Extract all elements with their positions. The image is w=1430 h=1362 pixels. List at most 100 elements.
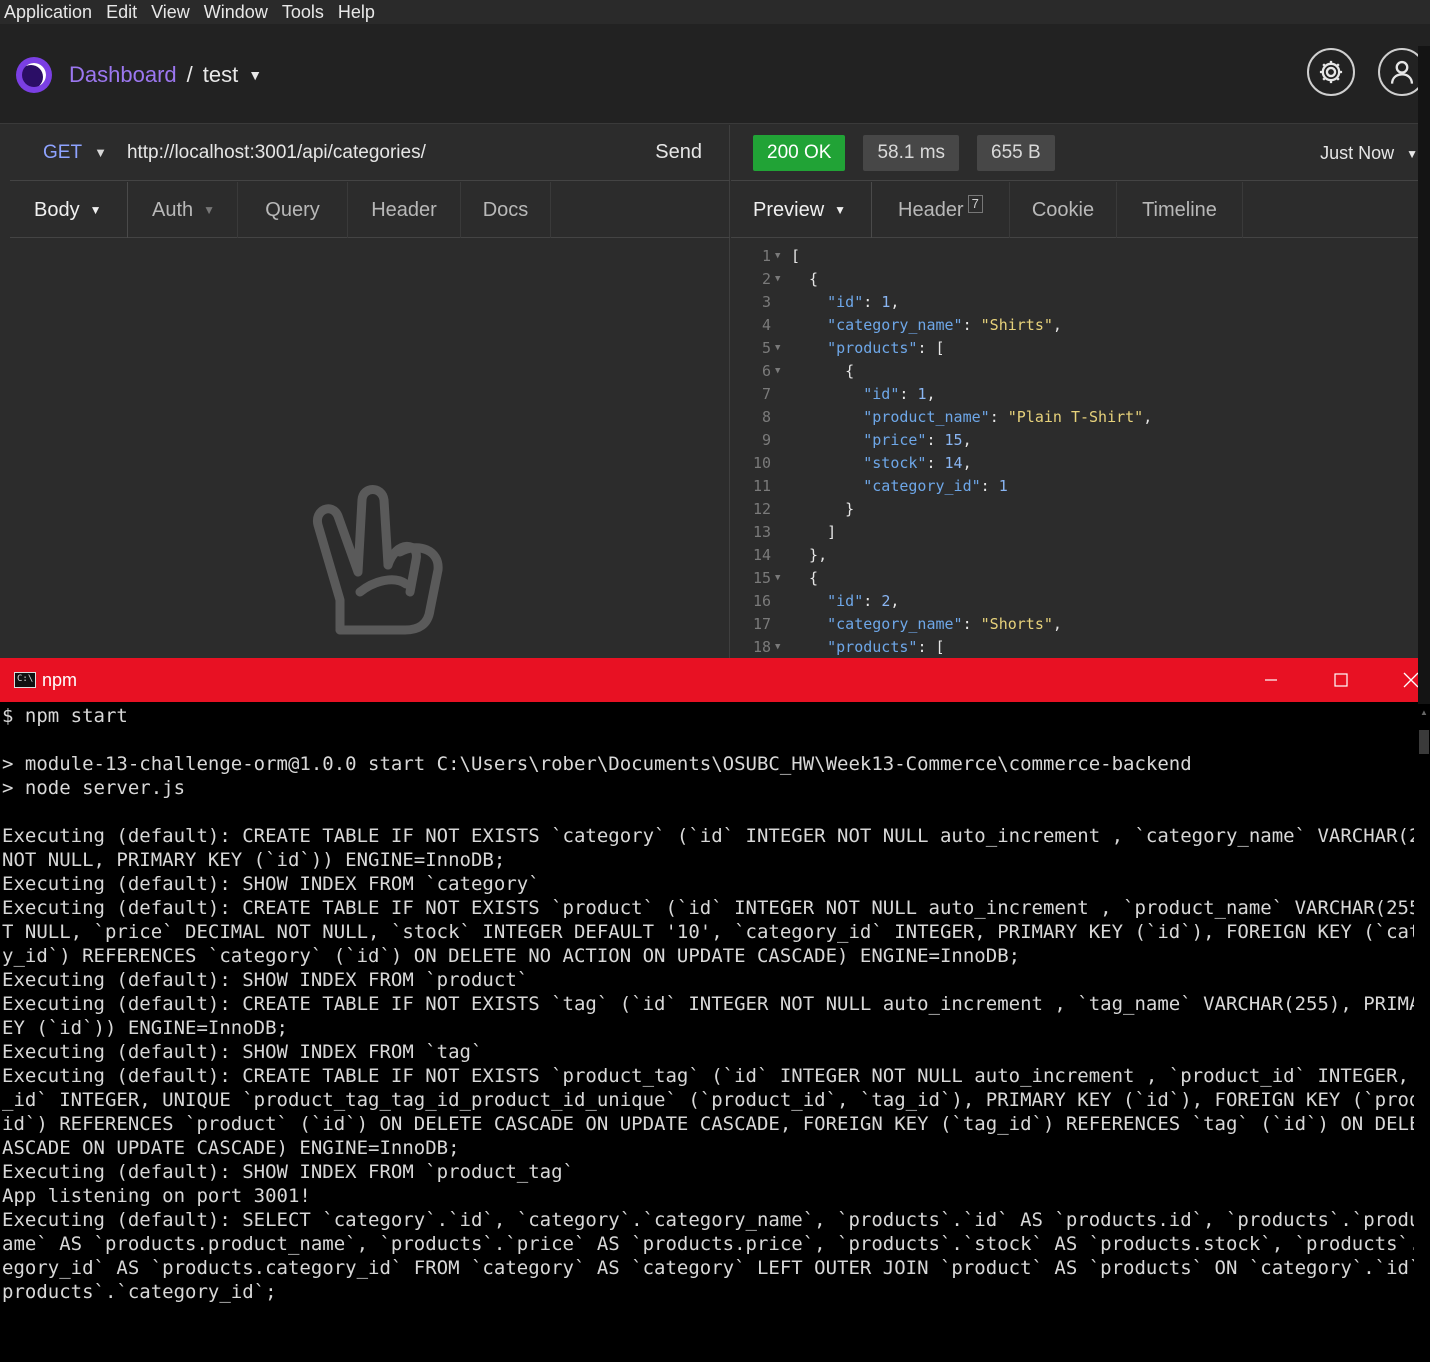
chevron-down-icon: ▼ — [89, 202, 102, 217]
insomnia-logo-icon[interactable] — [16, 57, 52, 93]
method-selector[interactable]: GET ▼ — [43, 142, 107, 164]
json-code: [ — [791, 247, 801, 265]
terminal-line: Executing (default): SHOW INDEX FROM `pr… — [2, 969, 529, 991]
json-code: "category_name": "Shorts", — [827, 615, 1062, 633]
menu-tools[interactable]: Tools — [278, 0, 329, 24]
app-header: Dashboard / test ▼ — [0, 24, 1430, 124]
tab-query[interactable]: Query — [238, 181, 348, 238]
url-input[interactable]: http://localhost:3001/api/categories/ — [127, 142, 655, 164]
tab-response-header[interactable]: Header 7 — [872, 181, 1010, 238]
scroll-up-icon[interactable]: ▲ — [1420, 708, 1428, 718]
menu-application[interactable]: Application — [0, 0, 97, 24]
json-code: "id": 2, — [827, 592, 900, 610]
terminal-scroll-thumb[interactable] — [1419, 730, 1429, 754]
line-number: 5 — [761, 339, 771, 357]
line-number: 17 — [752, 615, 771, 633]
maximize-button[interactable] — [1306, 658, 1376, 702]
line-number: 16 — [752, 592, 771, 610]
menu-window[interactable]: Window — [200, 0, 273, 24]
terminal-line: Executing (default): SHOW INDEX FROM `ta… — [2, 1041, 483, 1063]
send-button[interactable]: Send — [655, 141, 702, 164]
line-number: 12 — [752, 500, 771, 518]
line-number: 6 — [761, 362, 771, 380]
settings-button[interactable] — [1307, 48, 1355, 96]
terminal-line: Executing (default): CREATE TABLE IF NOT… — [2, 993, 1414, 1015]
chevron-down-icon: ▼ — [1406, 146, 1418, 161]
tab-header[interactable]: Header — [348, 181, 461, 238]
chevron-down-icon[interactable]: ▼ — [248, 67, 262, 83]
response-pane: 200 OK 58.1 ms 655 B Just Now ▼ Preview … — [731, 125, 1430, 660]
json-line: 4 "category_name": "Shirts", — [731, 314, 1430, 337]
line-number: 1 — [761, 247, 771, 265]
json-code: "products": [ — [827, 339, 945, 357]
json-preview[interactable]: 1 ▼[2 ▼ {3 "id": 1, 4 "category_name": "Shi… — [731, 245, 1430, 660]
line-number: 15 — [752, 569, 771, 587]
tab-preview[interactable]: Preview ▼ — [731, 181, 872, 238]
json-line: 13 ] — [731, 521, 1430, 544]
fold-arrow-icon[interactable]: ▼ — [775, 567, 780, 590]
json-line: 5 ▼ "products": [ — [731, 337, 1430, 360]
fold-arrow-icon[interactable]: ▼ — [775, 636, 780, 659]
gear-icon — [1319, 60, 1343, 84]
history-label: Just Now — [1320, 143, 1395, 163]
response-size-badge: 655 B — [977, 134, 1055, 171]
terminal-line: y_id`) REFERENCES `category` (`id`) ON D… — [2, 945, 1021, 967]
terminal-line: > node server.js — [2, 777, 186, 799]
json-line: 15 ▼ { — [731, 567, 1430, 590]
line-number: 9 — [761, 431, 771, 449]
cmd-icon-text: C:\ — [17, 674, 34, 684]
fold-arrow-icon[interactable]: ▼ — [775, 245, 780, 268]
response-status-bar: 200 OK 58.1 ms 655 B Just Now ▼ — [731, 125, 1430, 181]
fold-arrow-icon[interactable]: ▼ — [775, 268, 780, 291]
tab-auth[interactable]: Auth ▼ — [128, 181, 238, 238]
tab-cookie[interactable]: Cookie — [1010, 181, 1117, 238]
header-count-badge: 7 — [967, 194, 983, 213]
terminal-line: products`.`category_id`; — [2, 1281, 277, 1303]
line-number: 18 — [752, 638, 771, 656]
json-code: "product_name": "Plain T-Shirt", — [863, 408, 1153, 426]
response-history-dropdown[interactable]: Just Now ▼ — [1320, 143, 1418, 164]
chevron-down-icon: ▼ — [834, 202, 847, 217]
request-tabs: Body ▼ Auth ▼ Query Header Docs — [10, 181, 730, 238]
workspace-name[interactable]: test — [203, 62, 238, 88]
fold-arrow-icon[interactable]: ▼ — [775, 337, 780, 360]
terminal-output[interactable]: $ npm start > module-13-challenge-orm@1.0… — [2, 704, 1414, 1362]
user-icon — [1390, 60, 1414, 84]
tab-body[interactable]: Body ▼ — [10, 181, 128, 238]
chevron-down-icon: ▼ — [203, 202, 216, 217]
terminal-line: T NULL, `price` DECIMAL NOT NULL, `stock… — [2, 921, 1414, 943]
maximize-icon — [1334, 673, 1348, 687]
tab-docs[interactable]: Docs — [461, 181, 551, 238]
json-code: { — [791, 270, 819, 288]
insomnia-window: Application Edit View Window Tools Help … — [0, 0, 1430, 660]
fold-arrow-icon[interactable]: ▼ — [775, 360, 780, 383]
menu-help[interactable]: Help — [334, 0, 380, 24]
menu-view[interactable]: View — [147, 0, 195, 24]
json-code: "category_name": "Shirts", — [827, 316, 1062, 334]
json-line: 10 "stock": 14, — [731, 452, 1430, 475]
json-code: "price": 15, — [863, 431, 972, 449]
menu-edit[interactable]: Edit — [102, 0, 142, 24]
terminal-line: App listening on port 3001! — [2, 1185, 311, 1207]
breadcrumb: Dashboard / test ▼ — [69, 62, 262, 88]
json-line: 14 }, — [731, 544, 1430, 567]
breadcrumb-dashboard-link[interactable]: Dashboard — [69, 62, 177, 88]
json-line: 1 ▼ [ — [731, 245, 1430, 268]
json-code: "id": 1, — [827, 293, 900, 311]
terminal-titlebar[interactable]: C:\ npm — [0, 658, 1430, 702]
terminal-line: Executing (default): SELECT `category`.`… — [2, 1209, 1414, 1231]
terminal-line: Executing (default): CREATE TABLE IF NOT… — [2, 825, 1414, 847]
terminal-scrollbar[interactable] — [1418, 46, 1430, 704]
line-number: 8 — [761, 408, 771, 426]
line-number: 11 — [752, 477, 771, 495]
minimize-button[interactable] — [1236, 658, 1306, 702]
json-code: ] — [791, 523, 837, 541]
json-code: }, — [791, 546, 828, 564]
terminal-line: ASCADE ON UPDATE CASCADE) ENGINE=InnoDB; — [2, 1137, 460, 1159]
tab-header-label: Header — [898, 198, 964, 221]
json-line: 9 "price": 15, — [731, 429, 1430, 452]
json-code: } — [791, 500, 855, 518]
tab-timeline[interactable]: Timeline — [1117, 181, 1243, 238]
line-number: 14 — [752, 546, 771, 564]
